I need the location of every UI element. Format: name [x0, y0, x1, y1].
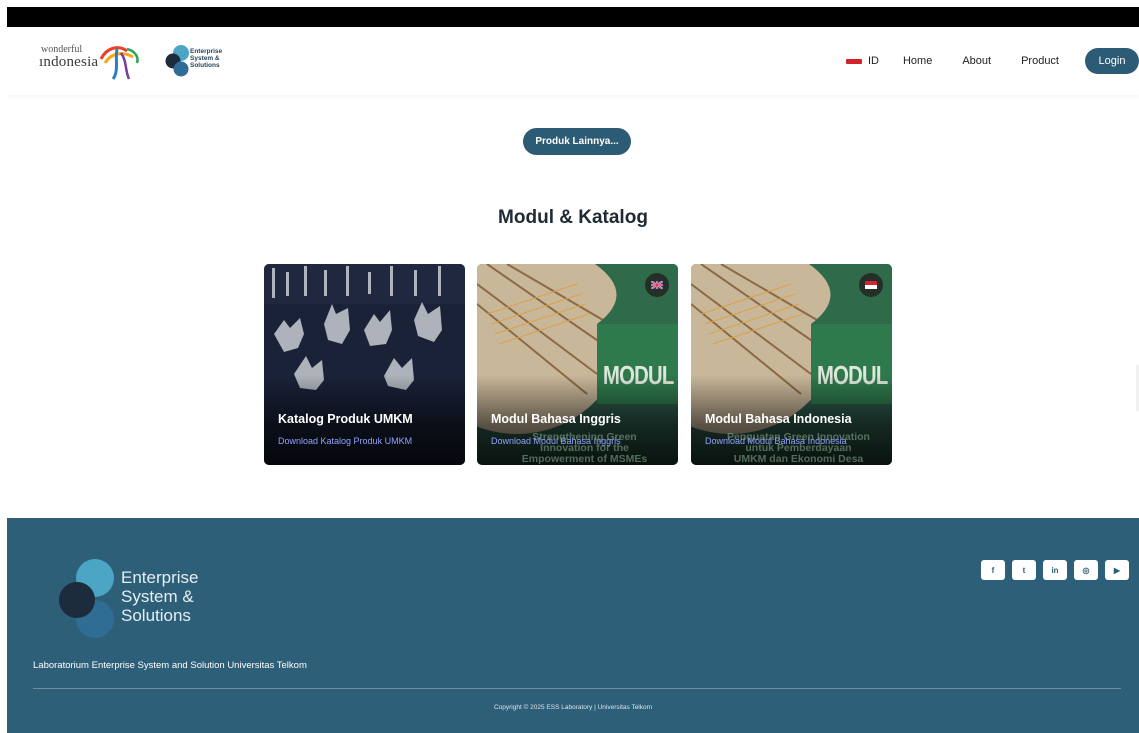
card-download-link[interactable]: Download Modul Bahasa Inggris — [491, 436, 621, 446]
login-button[interactable]: Login — [1085, 48, 1139, 74]
language-switcher[interactable]: ID — [845, 55, 879, 67]
social-links: f t in ◎ ▶ — [974, 560, 1129, 580]
indonesia-flag-icon — [845, 58, 862, 64]
youtube-icon[interactable]: ▶ — [1105, 560, 1129, 580]
footer-divider — [33, 688, 1121, 689]
footer-description: Laboratorium Enterprise System and Solut… — [33, 660, 307, 671]
nav-product[interactable]: Product — [1021, 55, 1059, 67]
card-modul-inggris[interactable]: MODUL Strengthening Green Innovation for… — [477, 264, 678, 465]
footer-logo-text: Enterprise System & Solutions — [121, 568, 199, 625]
card-title: Katalog Produk UMKM — [278, 412, 413, 426]
id-flag-badge — [859, 273, 883, 297]
card-modul-indonesia[interactable]: MODUL Penguatan Green Innovation untuk P… — [691, 264, 892, 465]
more-products-button[interactable]: Produk Lainnya... — [523, 128, 631, 155]
ess-emblem-icon — [165, 45, 189, 77]
card-download-link[interactable]: Download Modul Bahasa Indonesia — [705, 436, 847, 446]
nav-about[interactable]: About — [962, 55, 991, 67]
top-margin — [0, 0, 1139, 7]
nav-home[interactable]: Home — [903, 55, 932, 67]
ess-emblem-icon — [59, 559, 114, 638]
ess-logo-text: Enterprise System & Solutions — [190, 48, 223, 69]
card-title: Modul Bahasa Inggris — [491, 412, 621, 426]
card-title: Modul Bahasa Indonesia — [705, 412, 852, 426]
nav-right: ID Home About Product Login — [845, 48, 1139, 74]
uk-flag-badge — [645, 273, 669, 297]
wonderful-indonesia-emblem-icon — [99, 46, 139, 80]
twitter-icon[interactable]: t — [1012, 560, 1036, 580]
page: wonderful ındonesia Enterprise System & … — [7, 27, 1139, 733]
card-download-link[interactable]: Download Katalog Produk UMKM — [278, 436, 412, 446]
language-label: ID — [867, 55, 879, 67]
wonderful-indonesia-logo[interactable]: wonderful ındonesia — [39, 41, 141, 81]
section-title: Modul & Katalog — [498, 207, 648, 228]
card-katalog-umkm[interactable]: Katalog Produk UMKM Download Katalog Pro… — [264, 264, 465, 465]
navbar: wonderful ındonesia Enterprise System & … — [7, 27, 1139, 95]
footer: Enterprise System & Solutions f t in ◎ ▶… — [7, 518, 1139, 733]
linkedin-icon[interactable]: in — [1043, 560, 1067, 580]
browser-top-bar — [7, 7, 1139, 27]
id-flag-icon — [865, 281, 877, 289]
logo-indonesia-text: ındonesia — [39, 54, 99, 70]
footer-copyright: Copyright © 2025 ESS Laboratory | Univer… — [493, 704, 653, 711]
ess-logo[interactable]: Enterprise System & Solutions — [165, 43, 245, 79]
uk-flag-icon — [651, 281, 663, 289]
instagram-icon[interactable]: ◎ — [1074, 560, 1098, 580]
facebook-icon[interactable]: f — [981, 560, 1005, 580]
footer-ess-logo: Enterprise System & Solutions — [57, 558, 237, 640]
